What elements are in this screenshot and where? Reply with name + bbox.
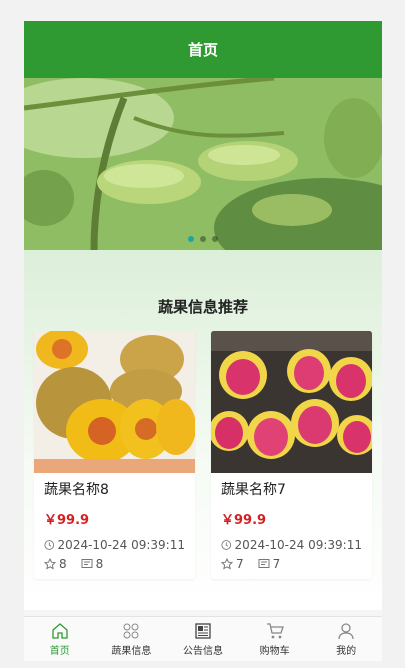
page-title: 首页 bbox=[187, 41, 218, 59]
tab-cart[interactable]: 购物车 bbox=[239, 617, 311, 661]
carousel-dot[interactable] bbox=[188, 236, 194, 242]
tab-label: 购物车 bbox=[259, 645, 290, 657]
star-icon bbox=[221, 558, 233, 570]
bottom-tab-bar: 首页 蔬果信息 公告信息 购物车 我的 bbox=[24, 616, 382, 661]
product-card[interactable]: 蔬果名称7 ￥99.9 2024-10-24 09:39:11 7 7 bbox=[211, 331, 372, 579]
product-card[interactable]: 蔬果名称8 ￥99.9 2024-10-24 09:39:11 8 8 bbox=[34, 331, 195, 579]
tab-label: 公告信息 bbox=[182, 645, 223, 657]
product-name: 蔬果名称7 bbox=[221, 482, 286, 498]
product-price: ￥99.9 bbox=[221, 513, 267, 528]
home-icon bbox=[52, 622, 68, 639]
tab-home[interactable]: 首页 bbox=[24, 617, 96, 661]
clock-icon bbox=[221, 540, 232, 550]
carousel-indicator bbox=[24, 236, 382, 242]
tab-label: 我的 bbox=[336, 645, 357, 657]
product-price: ￥99.9 bbox=[44, 513, 90, 528]
star-icon bbox=[44, 558, 56, 570]
app-screen: 首页 蔬果信息推荐 蔬果名称8 ￥99.9 2024-10-24 09:39:1… bbox=[24, 21, 382, 661]
tab-notices[interactable]: 公告信息 bbox=[167, 617, 239, 661]
product-name: 蔬果名称8 bbox=[44, 482, 109, 498]
comment-count: 7 bbox=[272, 557, 281, 571]
kiwi-fruit-image bbox=[34, 331, 195, 473]
app-header: 首页 bbox=[24, 21, 382, 78]
clock-icon bbox=[44, 540, 55, 550]
carousel-dot[interactable] bbox=[200, 236, 206, 242]
recommend-section: 蔬果信息推荐 蔬果名称8 ￥99.9 2024-10-24 09:39:11 8… bbox=[24, 250, 382, 610]
cart-icon bbox=[266, 622, 284, 638]
comment-count: 8 bbox=[95, 557, 104, 571]
grid-icon bbox=[123, 623, 139, 638]
publish-time: 2024-10-24 09:39:11 bbox=[234, 538, 362, 552]
tab-profile[interactable]: 我的 bbox=[310, 617, 382, 661]
comment-icon bbox=[258, 559, 270, 568]
like-count: 8 bbox=[59, 557, 67, 571]
section-title: 蔬果信息推荐 bbox=[157, 298, 248, 316]
dragon-fruit-image bbox=[211, 331, 372, 473]
tab-products[interactable]: 蔬果信息 bbox=[96, 617, 168, 661]
banner-image bbox=[24, 78, 382, 250]
carousel-dot[interactable] bbox=[212, 236, 218, 242]
user-icon bbox=[338, 622, 354, 639]
comment-icon bbox=[81, 559, 93, 568]
like-count: 7 bbox=[236, 557, 244, 571]
publish-time: 2024-10-24 09:39:11 bbox=[57, 538, 185, 552]
news-icon bbox=[195, 622, 211, 639]
product-grid: 蔬果名称8 ￥99.9 2024-10-24 09:39:11 8 8 蔬果名称… bbox=[34, 331, 372, 579]
banner-carousel[interactable] bbox=[24, 78, 382, 250]
tab-label: 首页 bbox=[49, 645, 70, 657]
tab-label: 蔬果信息 bbox=[111, 645, 152, 657]
